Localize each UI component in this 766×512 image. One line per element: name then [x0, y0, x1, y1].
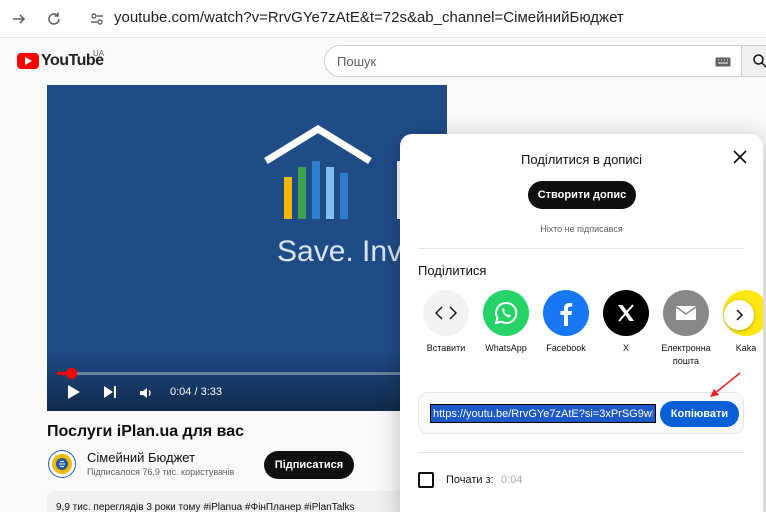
- share-dialog: Поділитися в дописі Створити допис Ніхто…: [400, 134, 763, 512]
- share-target-label: Kaka: [735, 343, 757, 353]
- volume-icon[interactable]: [139, 386, 155, 400]
- video-player[interactable]: Save. Inv 0:04 / 3:33: [47, 85, 447, 411]
- share-target-label: Вставити: [426, 343, 466, 353]
- share-target-label: X: [622, 343, 629, 353]
- share-target-label: Facebook: [546, 343, 586, 353]
- share-target-email[interactable]: Електронна пошта: [655, 290, 717, 368]
- share-target-facebook[interactable]: Facebook: [535, 290, 597, 355]
- search-icon: [753, 54, 766, 68]
- time-display: 0:04 / 3:33: [170, 386, 222, 398]
- divider: [418, 248, 744, 249]
- play-icon[interactable]: [67, 384, 81, 400]
- share-targets-row: Вставити WhatsApp Facebook X Електронна …: [418, 290, 763, 370]
- share-target-embed[interactable]: Вставити: [418, 290, 477, 355]
- dialog-heading: Поділитися в дописі: [521, 152, 642, 167]
- region-code: UA: [93, 49, 105, 58]
- reload-button[interactable]: [43, 8, 65, 30]
- x-icon: [603, 290, 649, 336]
- youtube-play-logo-icon: [17, 53, 39, 69]
- progress-bar[interactable]: [57, 372, 402, 375]
- start-at-time[interactable]: 0:04: [501, 474, 522, 486]
- browser-address-bar: youtube.com/watch?v=RrvGYe7zAtE&t=72s&ab…: [0, 0, 766, 38]
- progress-scrubber[interactable]: [65, 368, 77, 379]
- share-link-input[interactable]: [430, 404, 656, 423]
- video-title: Послуги iPlan.ua для вас: [47, 423, 245, 440]
- channel-name[interactable]: Сімейний Бюджет: [87, 450, 195, 465]
- close-icon[interactable]: [731, 148, 749, 166]
- subscribe-button[interactable]: Підписатися: [264, 451, 354, 479]
- url-text[interactable]: youtube.com/watch?v=RrvGYe7zAtE&t=72s&ab…: [114, 9, 624, 26]
- email-icon: [663, 290, 709, 336]
- site-settings-button[interactable]: [84, 6, 110, 32]
- video-controls-overlay: [47, 351, 447, 411]
- facebook-icon: [543, 290, 589, 336]
- create-post-button[interactable]: Створити допис: [528, 181, 636, 209]
- search-box: [324, 45, 742, 77]
- chevron-right-icon: [736, 309, 744, 321]
- divider: [418, 452, 744, 453]
- share-link-box: Копіювати: [418, 392, 744, 434]
- search-button[interactable]: [742, 45, 766, 77]
- video-tagline: Save. Inv: [277, 235, 403, 268]
- start-at-label: Почати з:: [446, 474, 494, 486]
- channel-avatar[interactable]: [48, 450, 76, 478]
- channel-logo-icon: [49, 451, 75, 477]
- share-target-x[interactable]: X: [595, 290, 657, 355]
- share-scroll-next-button[interactable]: [724, 300, 754, 330]
- next-icon[interactable]: [103, 384, 117, 400]
- reload-icon: [48, 12, 60, 25]
- no-subscribers-text: Ніхто не підписався: [540, 224, 623, 234]
- embed-icon: [423, 290, 469, 336]
- share-target-label: Електронна пошта: [661, 343, 711, 366]
- annotation-arrow-icon: [710, 372, 741, 397]
- arrow-right-icon: [13, 14, 26, 24]
- subscriber-count: Підписалося 76,9 тис. користувачів: [87, 467, 235, 477]
- start-at-checkbox[interactable]: [418, 472, 434, 488]
- youtube-header: YouTube UA: [0, 39, 766, 85]
- share-section-label: Поділитися: [418, 263, 487, 278]
- tune-icon: [91, 13, 103, 25]
- description-meta: 9,9 тис. переглядів 3 роки тому #iPlanua…: [56, 502, 355, 512]
- copy-button[interactable]: Копіювати: [660, 401, 739, 427]
- youtube-logo[interactable]: YouTube: [17, 52, 104, 70]
- share-target-whatsapp[interactable]: WhatsApp: [475, 290, 537, 355]
- share-target-label: WhatsApp: [485, 343, 527, 353]
- whatsapp-icon: [483, 290, 529, 336]
- description-box[interactable]: 9,9 тис. переглядів 3 роки тому #iPlanua…: [47, 491, 417, 512]
- search-input[interactable]: [337, 46, 697, 76]
- forward-button[interactable]: [8, 8, 30, 30]
- keyboard-icon[interactable]: [715, 57, 731, 67]
